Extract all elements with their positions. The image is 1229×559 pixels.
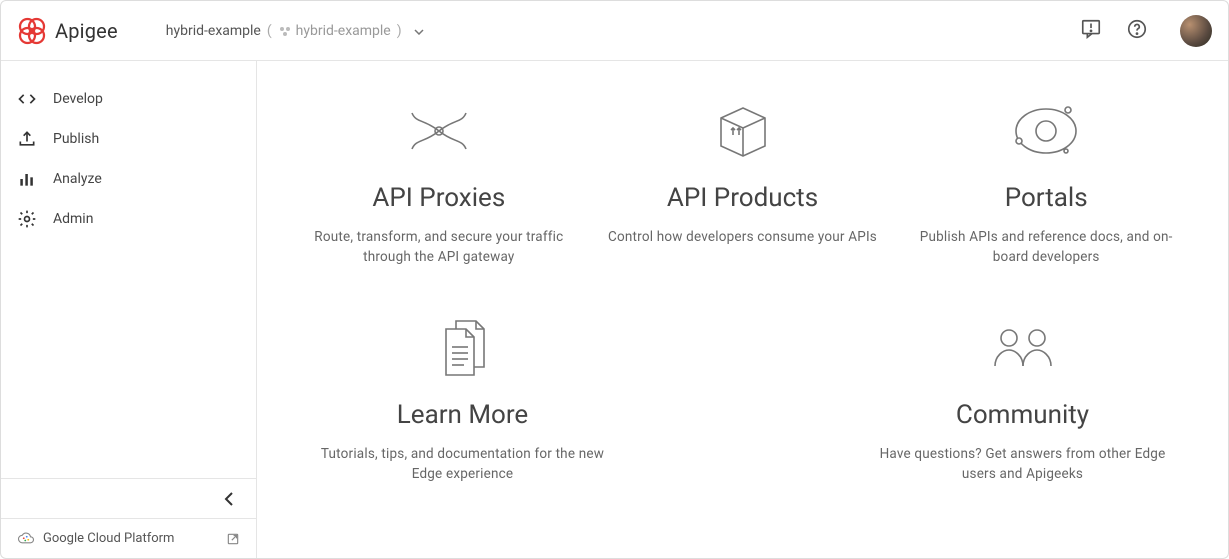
brand-name: Apigee [55, 19, 118, 43]
upload-icon [17, 129, 37, 149]
card-title: Learn More [313, 400, 613, 430]
sidebar-item-develop[interactable]: Develop [1, 79, 256, 119]
sidebar-item-admin[interactable]: Admin [1, 199, 256, 239]
aperture-icon [404, 101, 474, 161]
sidebar-item-label: Admin [53, 211, 93, 227]
org-inner-name: hybrid-example [296, 23, 391, 39]
help-icon[interactable] [1126, 18, 1148, 44]
card-title: Portals [904, 183, 1188, 213]
sidebar-item-analyze[interactable]: Analyze [1, 159, 256, 199]
orbit-icon [1006, 96, 1086, 166]
top-bar: Apigee hybrid-example ( hybrid-example ) [1, 1, 1228, 61]
brand-logo[interactable]: Apigee [17, 16, 118, 46]
org-dots-icon [278, 24, 292, 38]
top-icons [1080, 15, 1212, 47]
chevron-left-icon [222, 492, 236, 506]
caret-down-icon [414, 23, 424, 39]
gear-icon [17, 209, 37, 229]
gcp-link[interactable]: Google Cloud Platform [1, 518, 256, 558]
feedback-icon[interactable] [1080, 18, 1102, 44]
sidebar-item-label: Develop [53, 91, 103, 107]
sidebar-item-label: Publish [53, 131, 99, 147]
gcp-cloud-icon [17, 530, 35, 548]
org-switcher[interactable]: hybrid-example ( hybrid-example ) [166, 23, 424, 39]
card-desc: Control how developers consume your APIs [601, 227, 885, 247]
external-link-icon [226, 532, 240, 546]
org-name: hybrid-example [166, 23, 261, 39]
card-api-products[interactable]: API Products Control how developers cons… [601, 91, 885, 268]
code-icon [17, 89, 37, 109]
documents-icon [428, 315, 498, 381]
main-content: API Proxies Route, transform, and secure… [257, 61, 1228, 558]
bars-icon [17, 169, 37, 189]
gcp-link-label: Google Cloud Platform [43, 531, 174, 546]
package-icon [711, 100, 775, 162]
sidebar-collapse-button[interactable] [1, 478, 256, 518]
people-icon [983, 318, 1063, 378]
card-title: API Proxies [297, 183, 581, 213]
card-title: API Products [601, 183, 885, 213]
sidebar-item-publish[interactable]: Publish [1, 119, 256, 159]
card-desc: Have questions? Get answers from other E… [873, 444, 1173, 485]
card-community[interactable]: Community Have questions? Get answers fr… [873, 308, 1173, 485]
card-learn-more[interactable]: Learn More Tutorials, tips, and document… [313, 308, 613, 485]
sidebar: Develop Publish Analyze Admin [1, 61, 257, 558]
card-portals[interactable]: Portals Publish APIs and reference docs,… [904, 91, 1188, 268]
card-desc: Route, transform, and secure your traffi… [297, 227, 581, 268]
card-desc: Tutorials, tips, and documentation for t… [313, 444, 613, 485]
card-api-proxies[interactable]: API Proxies Route, transform, and secure… [297, 91, 581, 268]
apigee-logo-icon [17, 16, 47, 46]
user-avatar[interactable] [1180, 15, 1212, 47]
card-title: Community [873, 400, 1173, 430]
card-desc: Publish APIs and reference docs, and on-… [904, 227, 1188, 268]
sidebar-item-label: Analyze [53, 171, 102, 187]
